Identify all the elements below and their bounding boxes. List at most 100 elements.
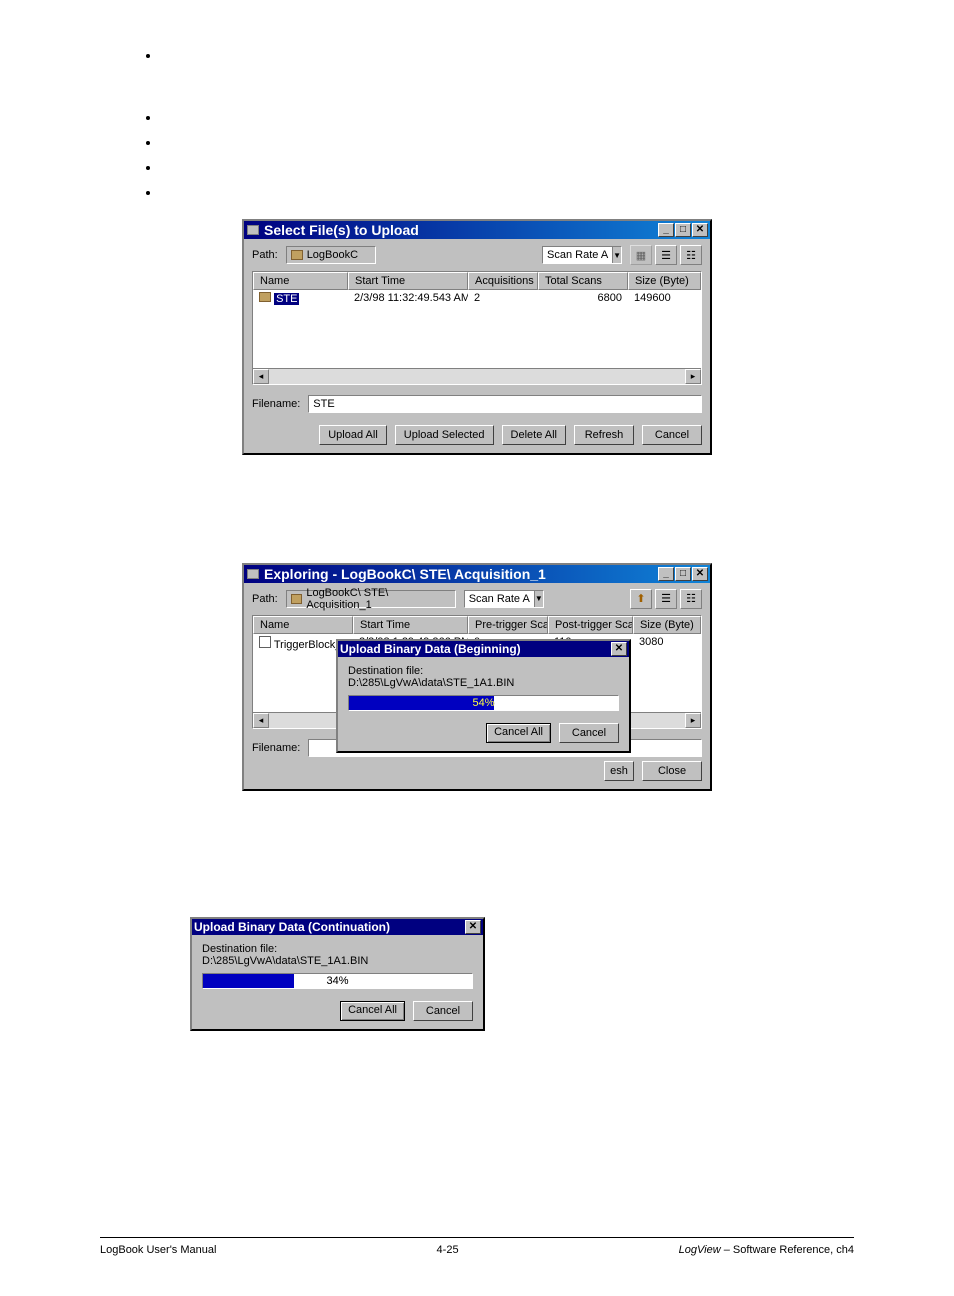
close-button[interactable]: ✕ [465,920,481,934]
titlebar[interactable]: Exploring - LogBookC\ STE\ Acquisition_1… [244,565,710,583]
scroll-right-icon[interactable]: ▸ [685,369,701,384]
scroll-right-icon[interactable]: ▸ [685,713,701,728]
folder-icon [259,292,271,302]
list-item: Upload all the data files within the act… [160,158,854,177]
close-button[interactable]: ✕ [611,642,627,656]
select-files-window: Select File(s) to Upload _ □ ✕ Path: Log… [242,219,712,455]
upload-all-button[interactable]: Upload All [319,425,387,445]
page-footer: LogBook User's Manual 4-25 LogView – Sof… [100,1244,854,1256]
scroll-left-icon[interactable]: ◂ [253,369,269,384]
close-button[interactable]: ✕ [692,223,708,237]
cancel-button[interactable]: Cancel [559,723,619,743]
col-post[interactable]: Post-trigger Scans [548,616,633,634]
col-name[interactable]: Name [253,616,353,634]
col-pre[interactable]: Pre-trigger Scans [468,616,548,634]
filename-label: Filename: [252,742,300,754]
view-list-icon[interactable]: ☰ [655,589,677,609]
path-label: Path: [252,593,278,605]
path-text: LogBookC [307,249,358,261]
list-header: Name Start Time Pre-trigger Scans Post-t… [253,616,701,634]
cancel-button[interactable]: Cancel [413,1001,473,1021]
view-details-icon[interactable]: ☷ [680,589,702,609]
row-name: STE [274,293,299,305]
col-size[interactable]: Size (Byte) [633,616,701,634]
cancel-button[interactable]: Cancel [642,425,702,445]
scroll-left-icon[interactable]: ◂ [253,713,269,728]
figure-caption: Selecting Files to Upload, Folder Level [100,467,854,481]
progress-percent: 34% [203,974,472,988]
footer-right: LogView – Software Reference, ch4 [679,1244,854,1256]
file-list[interactable]: Name Start Time Acquisitions Total Scans… [252,271,702,385]
window-title: Select File(s) to Upload [264,222,658,238]
path-display: LogBookC [286,246,376,264]
instruction-list: An active acquisition can be uploaded wi… [160,46,854,201]
progress-bar: 34% [202,973,473,989]
row-scans: 6800 [538,290,628,307]
footer-divider [100,1237,854,1238]
folder-icon [291,250,303,260]
list-item: Delete all the data files within the act… [160,183,854,202]
upload-progress-dialog: Upload Binary Data (Beginning) ✕ Destina… [336,639,631,753]
toolbar: Path: LogBookC\ STE\ Acquisition_1 Scan … [244,583,710,615]
row-acq: 2 [468,290,538,307]
col-start[interactable]: Start Time [348,272,468,290]
view-list-icon[interactable]: ☰ [655,245,677,265]
body-paragraph: If the active acquisition is uploaded, i… [100,847,854,903]
table-row[interactable]: STE 2/3/98 11:32:49.543 AM 2 6800 149600 [253,290,701,307]
upload-selected-button[interactable]: Upload Selected [395,425,494,445]
exploring-window: Exploring - LogBookC\ STE\ Acquisition_1… [242,563,712,791]
window-title: Exploring - LogBookC\ STE\ Acquisition_1 [264,566,658,582]
footer-left: LogBook User's Manual [100,1244,216,1256]
folder-icon [291,594,303,604]
app-icon [246,223,260,237]
refresh-button-partial[interactable]: esh [604,761,634,781]
view-icon-1[interactable]: ▦ [630,245,652,265]
body-paragraph: As each binary file is uploaded, a bar g… [100,511,854,549]
delete-all-button[interactable]: Delete All [502,425,566,445]
path-display: LogBookC\ STE\ Acquisition_1 [286,590,456,608]
cancel-all-button[interactable]: Cancel All [486,723,551,743]
progress-bar: 54% [348,695,619,711]
col-acq[interactable]: Acquisitions [468,272,538,290]
destination-path: D:\285\LgVwA\data\STE_1A1.BIN [202,955,473,967]
horizontal-scrollbar[interactable]: ◂ ▸ [253,368,701,384]
refresh-button[interactable]: Refresh [574,425,634,445]
maximize-button[interactable]: □ [675,223,691,237]
titlebar[interactable]: Upload Binary Data (Beginning) ✕ [338,641,629,657]
app-icon [246,567,260,581]
close-button[interactable]: ✕ [692,567,708,581]
list-item: Delete unwanted trigger blocks from the … [160,133,854,152]
titlebar[interactable]: Upload Binary Data (Continuation) ✕ [192,919,483,935]
path-label: Path: [252,249,278,261]
footer-center: 4-25 [437,1244,459,1256]
list-header: Name Start Time Acquisitions Total Scans… [253,272,701,290]
figure-caption: Uploading is shown via a Bar Graph [100,803,854,817]
scan-rate-select[interactable]: Scan Rate A ▼ [464,590,544,608]
scan-rate-select[interactable]: Scan Rate A ▼ [542,246,622,264]
dialog-title: Upload Binary Data (Beginning) [340,642,611,656]
maximize-button[interactable]: □ [675,567,691,581]
view-details-icon[interactable]: ☷ [680,245,702,265]
upload-continuation-dialog: Upload Binary Data (Continuation) ✕ Dest… [190,917,485,1031]
titlebar[interactable]: Select File(s) to Upload _ □ ✕ [244,221,710,239]
destination-label: Destination file: [348,665,619,677]
file-icon [259,636,271,648]
col-size[interactable]: Size (Byte) [628,272,701,290]
minimize-button[interactable]: _ [658,567,674,581]
cancel-all-button[interactable]: Cancel All [340,1001,405,1021]
col-scans[interactable]: Total Scans [538,272,628,290]
minimize-button[interactable]: _ [658,223,674,237]
figure-caption: Bar Graph, Continuation Mode [0,1043,854,1057]
path-text: LogBookC\ STE\ Acquisition_1 [306,587,450,611]
close-button[interactable]: Close [642,761,702,781]
col-start[interactable]: Start Time [353,616,468,634]
up-folder-icon[interactable]: ⬆ [630,589,652,609]
progress-percent: 54% [349,696,618,710]
col-name[interactable]: Name [253,272,348,290]
destination-label: Destination file: [202,943,473,955]
chevron-down-icon: ▼ [612,247,621,263]
filename-input[interactable]: STE [308,395,702,413]
dialog-title: Upload Binary Data (Continuation) [194,920,465,934]
destination-path: D:\285\LgVwA\data\STE_1A1.BIN [348,677,619,689]
row-size: 3080 [633,634,701,653]
